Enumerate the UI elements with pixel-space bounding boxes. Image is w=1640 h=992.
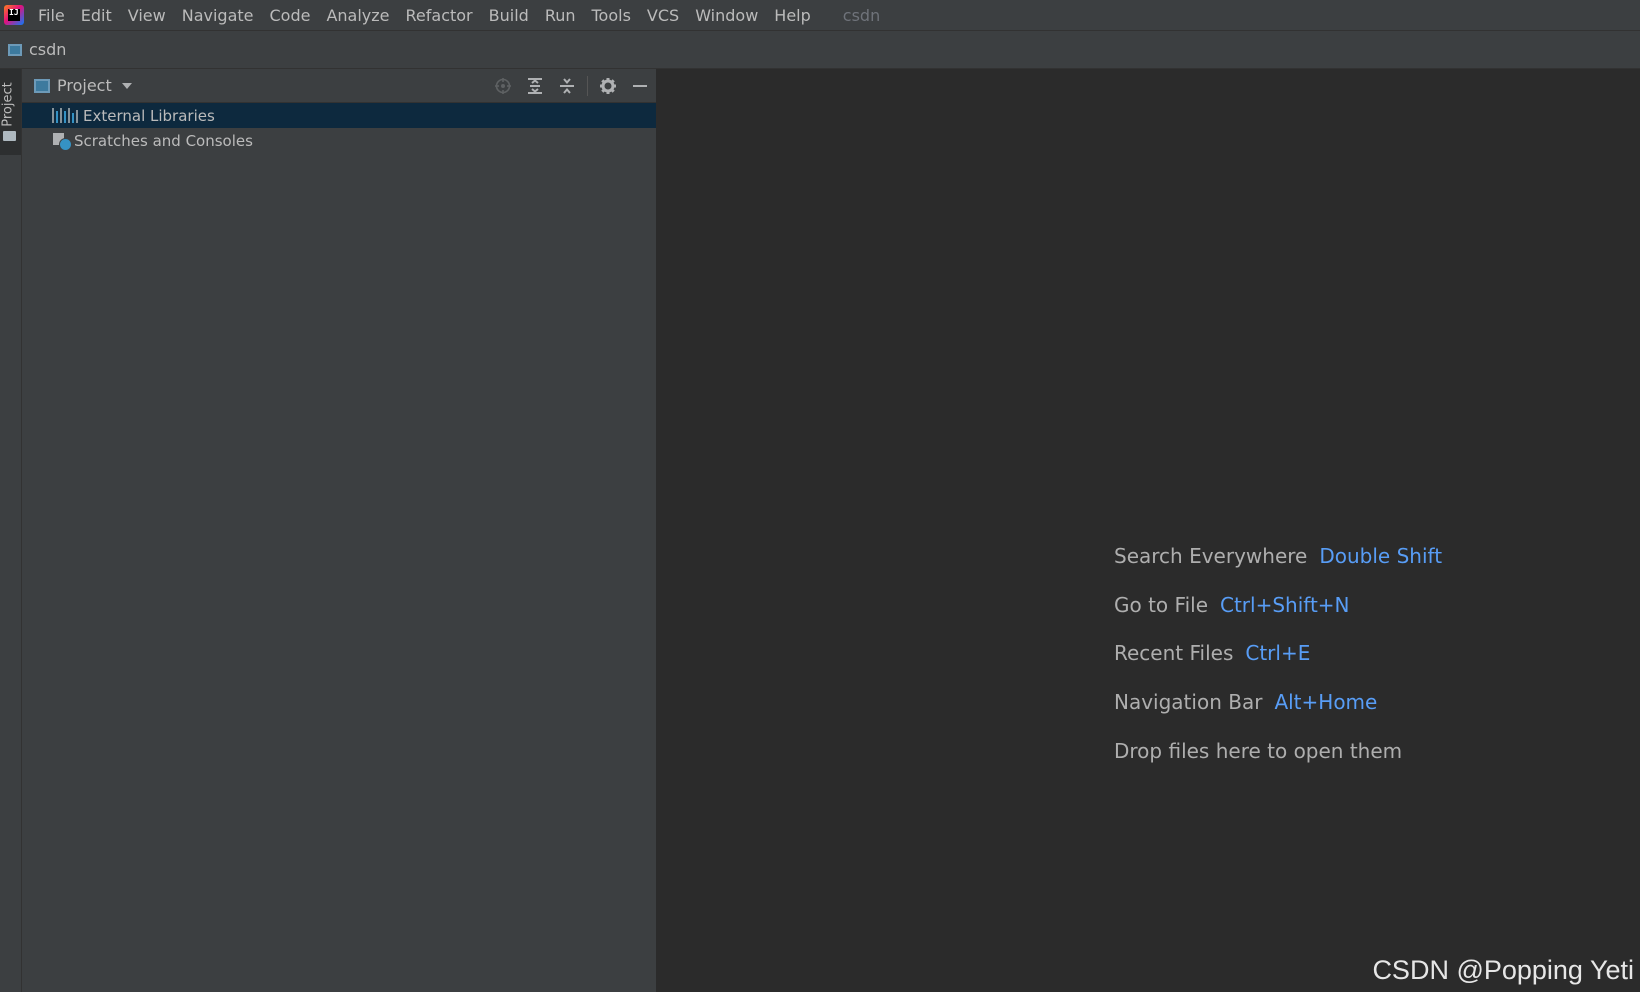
left-tool-strip: Project (0, 69, 22, 992)
hint-label: Go to File (1114, 592, 1208, 617)
hint-label: Search Everywhere (1114, 544, 1308, 568)
window-project-title: csdn (842, 5, 881, 25)
menu-view[interactable]: View (128, 6, 166, 25)
hint-go-to-file: Go to File Ctrl+Shift+N (1114, 593, 1442, 642)
panel-toolbar (487, 69, 656, 102)
hint-label: Recent Files (1114, 641, 1234, 666)
hint-navigation-bar: Navigation Bar Alt+Home (1114, 690, 1442, 739)
drop-files-text: Drop files here to open them (1114, 738, 1403, 763)
hint-shortcut: Alt+Home (1274, 690, 1378, 715)
editor-hints: Search Everywhere Double Shift Go to File… (1114, 544, 1442, 787)
project-view-icon (34, 78, 50, 93)
tree-item-external-libraries[interactable]: External Libraries (22, 103, 656, 128)
project-view-title[interactable]: Project (57, 76, 112, 95)
watermark: CSDN @Popping Yeti (1372, 955, 1634, 985)
hint-drop-files: Drop files here to open them (1114, 739, 1442, 788)
hint-label: Navigation Bar (1114, 690, 1263, 715)
locate-icon[interactable] (487, 69, 519, 102)
menu-navigate[interactable]: Navigate (182, 6, 254, 25)
toolbar-divider (587, 75, 588, 96)
menu-vcs[interactable]: VCS (647, 6, 679, 25)
tree-item-label: External Libraries (83, 106, 215, 125)
hint-recent-files: Recent Files Ctrl+E (1114, 641, 1442, 690)
expand-all-icon[interactable] (519, 69, 551, 102)
menu-window[interactable]: Window (695, 6, 758, 25)
tree-item-scratches[interactable]: Scratches and Consoles (22, 128, 656, 153)
hint-shortcut: Ctrl+Shift+N (1220, 592, 1350, 617)
menu-code[interactable]: Code (270, 6, 311, 25)
chevron-down-icon[interactable] (121, 82, 132, 89)
scratches-icon (52, 132, 72, 151)
folder-icon (3, 131, 16, 141)
intellij-logo-icon: IJ (4, 5, 24, 25)
nav-module-crumb[interactable]: csdn (29, 40, 66, 59)
hint-shortcut: Double Shift (1319, 544, 1443, 568)
menu-refactor[interactable]: Refactor (406, 6, 473, 25)
navigation-bar: csdn (0, 31, 1640, 69)
menu-file[interactable]: File (38, 6, 65, 25)
menu-run[interactable]: Run (545, 6, 576, 25)
menu-analyze[interactable]: Analyze (326, 6, 389, 25)
collapse-all-icon[interactable] (551, 69, 583, 102)
project-tool-tab[interactable]: Project (0, 69, 21, 155)
library-icon (52, 108, 78, 123)
editor-empty-area[interactable]: Search Everywhere Double Shift Go to File… (657, 69, 1640, 992)
menu-tools[interactable]: Tools (592, 6, 631, 25)
menu-bar: IJ File Edit View Navigate Code Analyze … (0, 0, 1640, 31)
gear-icon[interactable] (592, 69, 624, 102)
hint-search-everywhere: Search Everywhere Double Shift (1114, 544, 1442, 593)
project-panel: Project External Libraries Scratches and… (22, 69, 657, 992)
tree-item-label: Scratches and Consoles (74, 131, 253, 150)
minimize-icon[interactable] (624, 69, 656, 102)
hint-shortcut: Ctrl+E (1245, 641, 1311, 666)
menu-help[interactable]: Help (774, 6, 810, 25)
menu-edit[interactable]: Edit (81, 6, 112, 25)
module-icon (8, 43, 22, 56)
menu-build[interactable]: Build (489, 6, 529, 25)
project-tool-tab-label: Project (0, 82, 16, 127)
project-panel-header: Project (22, 69, 656, 103)
